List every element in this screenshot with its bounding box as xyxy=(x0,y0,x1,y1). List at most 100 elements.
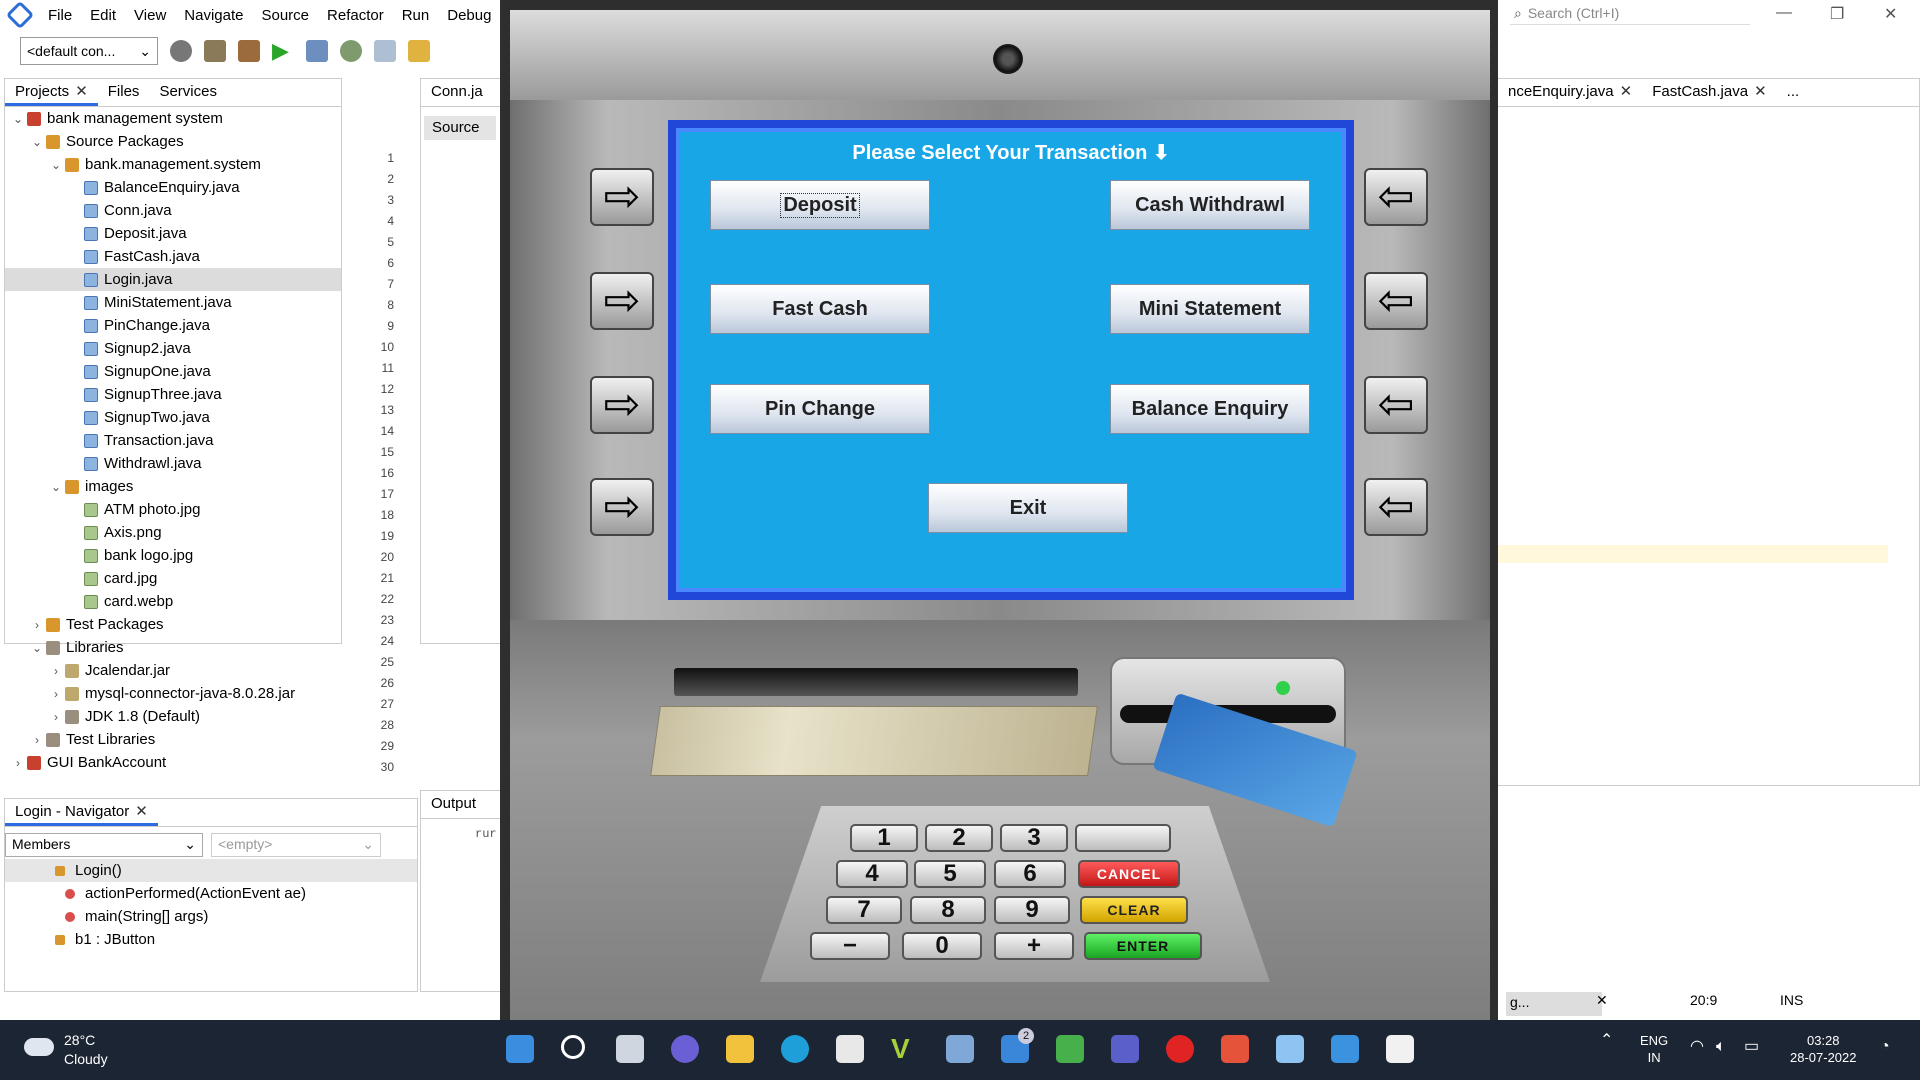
tab-conn-java[interactable]: Conn.ja xyxy=(421,83,493,106)
pin-change-button[interactable]: Pin Change xyxy=(710,384,930,434)
tab-fastcash[interactable]: FastCash.java ✕ xyxy=(1642,82,1776,106)
close-window-icon[interactable]: ✕ xyxy=(1884,4,1897,24)
weather-description[interactable]: Cloudy xyxy=(64,1051,108,1067)
netbeans-taskbar-icon[interactable] xyxy=(1276,1035,1304,1063)
new-file-icon[interactable] xyxy=(374,40,396,62)
chevron-up-icon[interactable]: ⌃ xyxy=(1600,1032,1613,1049)
tab-navigator[interactable]: Login - Navigator ✕ xyxy=(5,802,158,826)
navigator-item[interactable]: main(String[] args) xyxy=(5,905,417,928)
tree-item[interactable]: bank logo.jpg xyxy=(5,544,341,567)
key-blank[interactable] xyxy=(1075,824,1171,852)
empty-select[interactable]: <empty> ⌄ xyxy=(211,833,381,857)
tab-files[interactable]: Files xyxy=(98,83,150,106)
close-icon[interactable]: ✕ xyxy=(1754,83,1767,100)
teams-icon[interactable] xyxy=(1111,1035,1139,1063)
navigator-item[interactable]: actionPerformed(ActionEvent ae) xyxy=(5,882,417,905)
tree-item[interactable]: Withdrawl.java xyxy=(5,452,341,475)
expand-arrow-icon[interactable]: ⌄ xyxy=(47,480,65,494)
deposit-button[interactable]: Deposit xyxy=(710,180,930,230)
weather-temperature[interactable]: 28°C xyxy=(64,1032,95,1048)
tree-item[interactable]: card.webp xyxy=(5,590,341,613)
expand-arrow-icon[interactable]: › xyxy=(47,687,65,701)
key-1[interactable]: 1 xyxy=(850,824,918,852)
mini-statement-button[interactable]: Mini Statement xyxy=(1110,284,1310,334)
side-arrow-left-4-icon[interactable]: ⇦ xyxy=(1364,478,1428,536)
expand-arrow-icon[interactable]: ⌄ xyxy=(28,135,46,149)
tree-item[interactable]: › JDK 1.8 (Default) xyxy=(5,705,341,728)
cloud-icon[interactable] xyxy=(24,1038,54,1056)
run-icon[interactable]: ▶ xyxy=(272,40,294,62)
tab-more[interactable]: ... xyxy=(1777,83,1810,106)
side-arrow-right-1-icon[interactable]: ⇨ xyxy=(590,168,654,226)
members-select[interactable]: Members ⌄ xyxy=(5,833,203,857)
tree-item[interactable]: Login.java xyxy=(5,268,341,291)
expand-arrow-icon[interactable]: › xyxy=(47,710,65,724)
tree-item[interactable]: Conn.java xyxy=(5,199,341,222)
task-view-icon[interactable] xyxy=(616,1035,644,1063)
side-arrow-right-3-icon[interactable]: ⇨ xyxy=(590,376,654,434)
enter-key[interactable]: ENTER xyxy=(1084,932,1202,960)
menu-edit[interactable]: Edit xyxy=(90,7,116,24)
clear-key[interactable]: CLEAR xyxy=(1080,896,1188,924)
expand-arrow-icon[interactable]: › xyxy=(47,664,65,678)
profile-icon[interactable] xyxy=(340,40,362,62)
tree-item[interactable]: Deposit.java xyxy=(5,222,341,245)
notifications-icon[interactable]: ◔ xyxy=(1880,1038,1890,1055)
key-4[interactable]: 4 xyxy=(836,860,908,888)
opera-icon[interactable] xyxy=(1166,1035,1194,1063)
language-indicator[interactable]: ENG IN xyxy=(1640,1032,1668,1066)
fast-cash-button[interactable]: Fast Cash xyxy=(710,284,930,334)
expand-arrow-icon[interactable]: ⌄ xyxy=(47,158,65,172)
tree-item[interactable]: Signup2.java xyxy=(5,337,341,360)
messaging-icon[interactable] xyxy=(1056,1035,1084,1063)
photos-icon[interactable] xyxy=(946,1035,974,1063)
side-arrow-right-4-icon[interactable]: ⇨ xyxy=(590,478,654,536)
tree-item[interactable]: PinChange.java xyxy=(5,314,341,337)
tree-item[interactable]: SignupTwo.java xyxy=(5,406,341,429)
config-globe-icon[interactable] xyxy=(170,40,192,62)
tree-item[interactable]: ⌄ bank management system xyxy=(5,107,341,130)
start-icon[interactable] xyxy=(506,1035,534,1063)
menu-run[interactable]: Run xyxy=(402,7,430,24)
tree-item[interactable]: card.jpg xyxy=(5,567,341,590)
key-6[interactable]: 6 xyxy=(994,860,1066,888)
debug-icon[interactable] xyxy=(306,40,328,62)
expand-arrow-icon[interactable]: ⌄ xyxy=(28,641,46,655)
key-3[interactable]: 3 xyxy=(1000,824,1068,852)
menu-debug[interactable]: Debug xyxy=(447,7,491,24)
key-7[interactable]: 7 xyxy=(826,896,902,924)
tree-item[interactable]: ⌄ bank.management.system xyxy=(5,153,341,176)
progress-cancel-icon[interactable]: ✕ xyxy=(1596,992,1608,1016)
tree-item[interactable]: › Test Packages xyxy=(5,613,341,636)
config-select[interactable]: <default con... ⌄ xyxy=(20,37,158,65)
cancel-key[interactable]: CANCEL xyxy=(1078,860,1180,888)
balance-enquiry-button[interactable]: Balance Enquiry xyxy=(1110,384,1310,434)
java-app-icon[interactable] xyxy=(1386,1035,1414,1063)
menu-refactor[interactable]: Refactor xyxy=(327,7,384,24)
key-0[interactable]: 0 xyxy=(902,932,982,960)
vim-icon[interactable]: V xyxy=(891,1035,919,1063)
key-9[interactable]: 9 xyxy=(994,896,1070,924)
menu-view[interactable]: View xyxy=(134,7,166,24)
volume-icon[interactable]: 🔈︎ xyxy=(1716,1038,1726,1055)
minimize-icon[interactable]: — xyxy=(1776,4,1792,22)
key-5[interactable]: 5 xyxy=(914,860,986,888)
tree-item[interactable]: MiniStatement.java xyxy=(5,291,341,314)
cash-withdrawl-button[interactable]: Cash Withdrawl xyxy=(1110,180,1310,230)
key-minus[interactable]: − xyxy=(810,932,890,960)
build-hammer-icon[interactable] xyxy=(204,40,226,62)
expand-arrow-icon[interactable]: › xyxy=(28,733,46,747)
side-arrow-right-2-icon[interactable]: ⇨ xyxy=(590,272,654,330)
menu-source[interactable]: Source xyxy=(261,7,309,24)
close-icon[interactable]: ✕ xyxy=(75,83,88,100)
tree-item[interactable]: › GUI BankAccount xyxy=(5,751,341,774)
tree-item[interactable]: › Jcalendar.jar xyxy=(5,659,341,682)
close-icon[interactable]: ✕ xyxy=(135,803,148,820)
key-2[interactable]: 2 xyxy=(925,824,993,852)
close-icon[interactable]: ✕ xyxy=(1620,83,1633,100)
tab-services[interactable]: Services xyxy=(149,83,227,106)
clean-build-icon[interactable] xyxy=(238,40,260,62)
expand-arrow-icon[interactable]: ⌄ xyxy=(9,112,27,126)
exit-button[interactable]: Exit xyxy=(928,483,1128,533)
tree-item[interactable]: ⌄ Source Packages xyxy=(5,130,341,153)
